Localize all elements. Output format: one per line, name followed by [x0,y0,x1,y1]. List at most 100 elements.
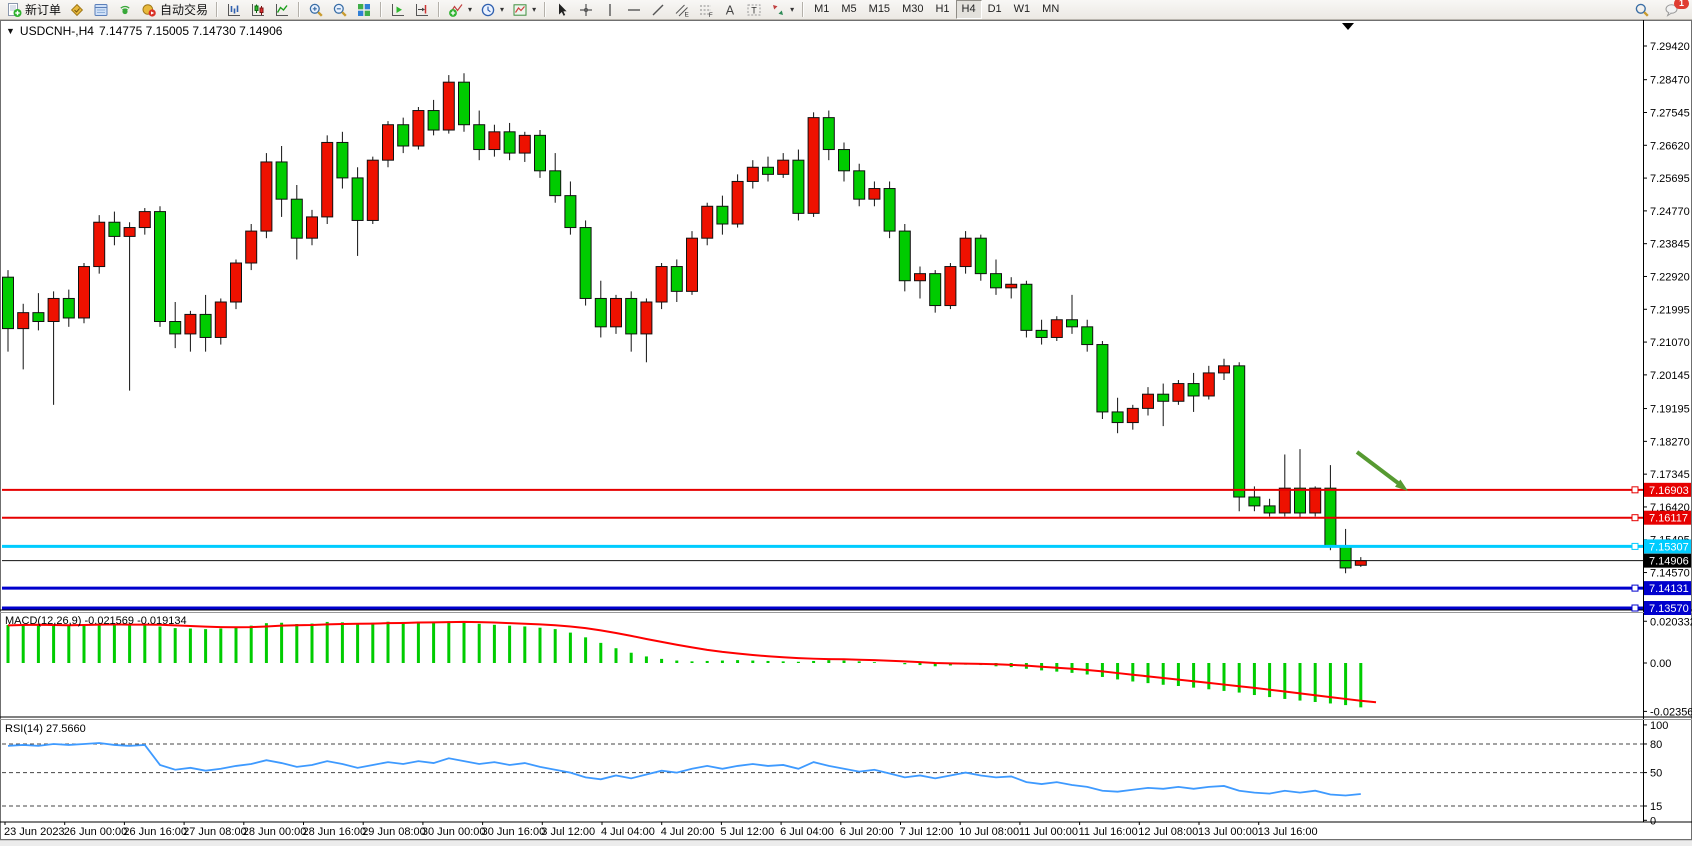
tile-windows-button[interactable] [352,0,376,20]
timeframe-m1-button[interactable]: M1 [808,0,835,19]
periods-button[interactable]: ▾ [476,0,508,20]
time-tick-label: 7 Jul 12:00 [900,826,954,838]
notifications-button[interactable]: 1 [1660,0,1684,20]
candlestick-chart-button[interactable] [246,0,270,20]
timeframe-m5-button[interactable]: M5 [835,0,862,19]
zoom-in-icon [308,2,324,18]
line-chart-button[interactable] [270,0,294,20]
rsi-axis-label: 100 [1650,720,1668,732]
candle-body [839,150,850,171]
auto-scroll-button[interactable] [386,0,410,20]
fibonacci-icon: F [698,2,714,18]
candle-body [656,267,667,302]
price-tick-label: 7.27545 [1650,107,1690,119]
candle-body [854,171,865,199]
periods-icon [480,2,496,18]
candle-body [48,298,59,321]
fibonacci-button[interactable]: F [694,0,718,20]
candle-body [1295,488,1306,513]
price-badge-label: 7.14131 [1649,583,1689,595]
svg-text:T: T [751,5,757,15]
candle-body [747,167,758,181]
candle-body [930,274,941,306]
toolbar-separator [802,2,804,17]
timeframe-mn-button[interactable]: MN [1036,0,1065,19]
data-window-button[interactable] [89,0,113,20]
line-handle[interactable] [1632,605,1638,611]
auto-trading-button[interactable]: 自动交易 [137,0,212,20]
candle-body [671,267,682,292]
line-handle[interactable] [1632,515,1638,521]
bar-chart-button[interactable] [222,0,246,20]
price-tick-label: 7.23845 [1650,239,1690,251]
new-order-button[interactable]: 新订单 [2,0,65,20]
chart-window[interactable]: ▼ USDCNH-,H4 7.14775 7.15005 7.14730 7.1… [0,20,1692,840]
time-tick-label: 6 Jul 04:00 [780,826,834,838]
chevron-down-icon[interactable]: ▾ [790,5,794,14]
candle-body [580,228,591,299]
text-button[interactable]: A [718,0,742,20]
price-badge-label: 7.13570 [1649,603,1689,615]
crosshair-button[interactable] [574,0,598,20]
zoom-in-button[interactable] [304,0,328,20]
text-icon: A [722,2,738,18]
templates-icon [512,2,528,18]
candle-body [687,238,698,291]
candle-body [823,118,834,150]
line-handle[interactable] [1632,487,1638,493]
notification-badge: 1 [1674,0,1689,9]
candle-body [1188,384,1199,396]
price-badge-label: 7.16117 [1649,513,1688,525]
price-tick-label: 7.20145 [1650,370,1690,382]
market-watch-button[interactable] [65,0,89,20]
cursor-button[interactable] [550,0,574,20]
navigator-icon [117,2,133,18]
line-handle[interactable] [1632,543,1638,549]
vertical-line-button[interactable] [598,0,622,20]
navigator-button[interactable] [113,0,137,20]
candle-body [732,181,743,224]
chart-shift-marker[interactable] [1342,23,1354,30]
search-button[interactable] [1630,0,1654,20]
time-tick-label: 6 Jul 20:00 [840,826,894,838]
candle-body [398,125,409,146]
chevron-down-icon[interactable]: ▾ [500,5,504,14]
candle-body [261,162,272,231]
timeframe-h1-button[interactable]: H1 [929,0,955,19]
candle-body [702,206,713,238]
line-handle[interactable] [1632,585,1638,591]
time-tick-label: 13 Jul 16:00 [1258,826,1318,838]
indicators-button[interactable]: ▾ [444,0,476,20]
chevron-down-icon[interactable]: ▾ [468,5,472,14]
channel-button[interactable]: E [670,0,694,20]
price-tick-label: 7.21070 [1650,337,1690,349]
candle-body [626,298,637,333]
candle-body [155,212,166,322]
candle-body [139,212,150,228]
chart-shift-button[interactable] [410,0,434,20]
candle-body [1082,327,1093,345]
bar-chart-icon [226,2,242,18]
label-button[interactable]: T [742,0,766,20]
timeframe-w1-button[interactable]: W1 [1008,0,1037,19]
trendline-button[interactable] [646,0,670,20]
timeframe-d1-button[interactable]: D1 [982,0,1008,19]
candle-body [383,125,394,160]
candle-body [489,132,500,150]
zoom-out-button[interactable] [328,0,352,20]
arrow-annotation[interactable] [1357,452,1398,483]
timeframe-h4-button[interactable]: H4 [956,0,982,19]
chevron-down-icon[interactable]: ▾ [532,5,536,14]
candle-body [641,302,652,334]
arrows-button[interactable]: ▾ [766,0,798,20]
price-chart-canvas[interactable]: 7.294207.284707.275457.266207.256957.247… [0,20,1692,840]
horizontal-line-button[interactable] [622,0,646,20]
candle-body [793,160,804,213]
templates-button[interactable]: ▾ [508,0,540,20]
timeframe-m15-button[interactable]: M15 [863,0,896,19]
market-watch-icon [69,2,85,18]
collapse-chart-icon[interactable]: ▼ [6,26,15,36]
timeframe-m30-button[interactable]: M30 [896,0,929,19]
time-axis: 23 Jun 202326 Jun 00:0026 Jun 16:0027 Ju… [4,822,1318,838]
candle-body [975,238,986,273]
